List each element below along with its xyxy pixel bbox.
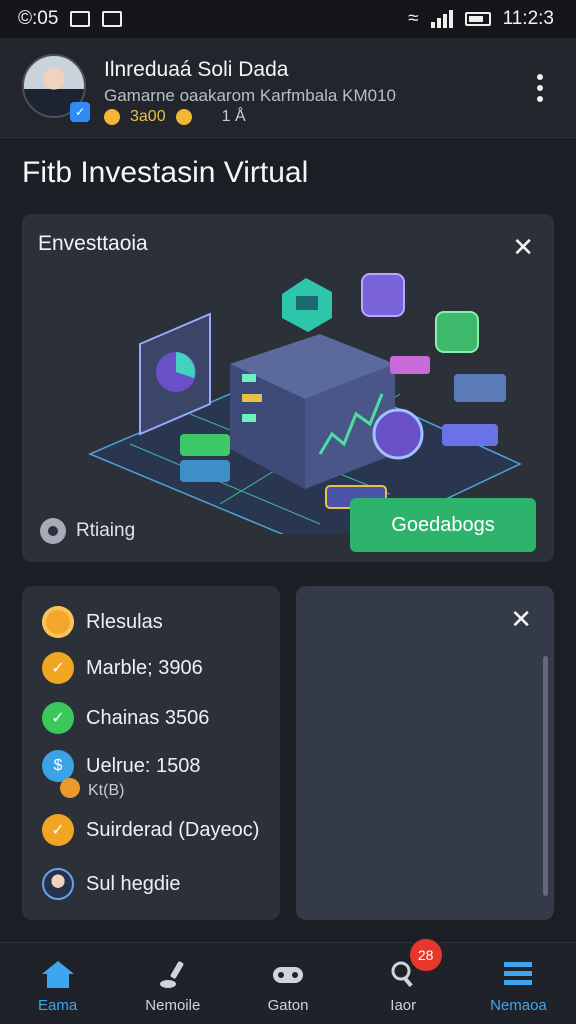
result-label: Chainas 3506 — [86, 706, 210, 729]
ratings[interactable]: Rtiaing — [40, 518, 135, 544]
coins-label: 3a00 — [130, 108, 166, 125]
nav-item-games[interactable]: Gaton — [230, 943, 345, 1024]
wifi-icon: ≈ — [408, 8, 419, 29]
sun-icon — [175, 109, 192, 125]
primary-action-button[interactable]: Goedabogs — [350, 498, 536, 552]
signal-icon — [430, 10, 453, 28]
scrollbar[interactable] — [543, 656, 548, 896]
brush-icon — [159, 961, 184, 988]
result-row[interactable]: Sul hegdie — [42, 868, 181, 900]
video-icon — [102, 11, 123, 27]
check-icon: ✓ — [42, 652, 74, 684]
list-icon — [504, 962, 533, 985]
gamepad-icon — [273, 967, 303, 983]
nav-label: Nemaoa — [490, 997, 547, 1014]
page-title: Fitb Investasin Virtual — [22, 156, 309, 189]
profile-meta: 3a00 1 Å — [104, 108, 246, 126]
avatar — [42, 868, 74, 900]
bottom-navigation: Eama Nemoile Gaton Iaor 28 Nemaoa — [0, 937, 576, 1024]
verified-icon: ✓ — [70, 102, 90, 122]
investment-card-title: Envesttaoia — [38, 232, 148, 255]
settings-icon — [40, 518, 66, 544]
sun-icon — [42, 606, 74, 638]
result-sublabel: Kt(B) — [88, 782, 125, 799]
result-row[interactable]: ✓ Chainas 3506 — [42, 702, 209, 734]
image-icon — [70, 11, 91, 27]
nav-label: Iaor — [390, 997, 417, 1014]
profile-name: Ilnreduaá Soli Dada — [104, 58, 289, 81]
status-bar: ©:05 ≈ 11:2:3 — [0, 0, 576, 38]
result-label: Uelrue: 1508 — [86, 754, 201, 777]
profile-subtitle: Gamarne oaakarom Karfmbala KM010 — [104, 86, 396, 105]
status-time: ©:05 — [18, 8, 59, 29]
results-header: Rlesulas — [42, 606, 163, 638]
nav-label: Nemoile — [145, 997, 201, 1014]
nav-item-mobile[interactable]: Nemoile — [115, 943, 230, 1024]
status-clock: 11:2:3 — [502, 8, 554, 29]
check-icon: ✓ — [42, 814, 74, 846]
results-title: Rlesulas — [86, 610, 163, 633]
nav-item-profile[interactable]: Iaor 28 — [346, 937, 461, 1024]
coin-icon — [60, 778, 80, 798]
profile-header: ✓ Ilnreduaá Soli Dada Gamarne oaakarom K… — [0, 38, 576, 138]
empty-panel: ✕ — [296, 586, 554, 920]
close-icon[interactable]: ✕ — [510, 606, 532, 632]
nav-label: Gaton — [267, 997, 309, 1014]
nav-label: Eama — [38, 997, 78, 1014]
nav-item-home[interactable]: Eama — [0, 943, 115, 1024]
check-icon: ✓ — [42, 702, 74, 734]
more-options-icon[interactable] — [534, 74, 546, 102]
battery-icon — [464, 12, 491, 26]
nav-item-menu[interactable]: Nemaoa — [461, 943, 576, 1024]
investment-card: Envesttaoia ✕ Rtiaing Goedabogs — [22, 214, 554, 562]
result-row[interactable]: ✓ Marble; 3906 — [42, 652, 203, 684]
ratings-label: Rtiaing — [76, 520, 136, 541]
coin-icon — [104, 109, 120, 125]
notification-badge: 28 — [407, 937, 444, 973]
count-label: 1 Å — [221, 108, 246, 125]
result-row[interactable]: $ Uelrue: 1508 — [42, 750, 201, 782]
result-label: Suirderad (Dayeoc) — [86, 818, 260, 841]
result-label: Sul hegdie — [86, 872, 181, 895]
investment-illustration — [88, 273, 522, 534]
home-icon — [41, 961, 74, 988]
result-row[interactable]: ✓ Suirderad (Dayeoc) — [42, 814, 259, 846]
result-label: Marble; 3906 — [86, 656, 203, 679]
results-card: Rlesulas ✓ Marble; 3906 ✓ Chainas 3506 $… — [22, 586, 280, 920]
